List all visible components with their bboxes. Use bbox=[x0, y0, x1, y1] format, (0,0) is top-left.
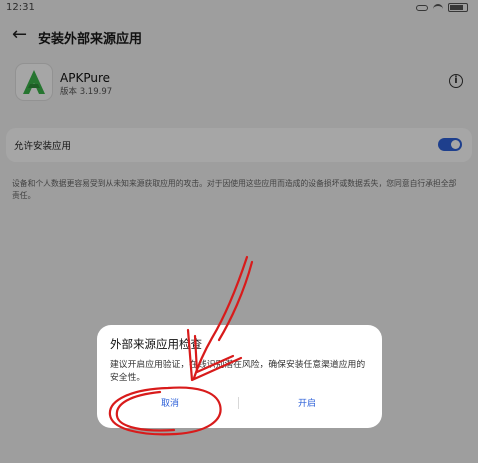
source-check-dialog: 外部来源应用检查 建议开启应用验证，在线识别潜在风险，确保安装任意渠道应用的安全… bbox=[97, 325, 382, 428]
dialog-title: 外部来源应用检查 bbox=[110, 337, 202, 351]
enable-button[interactable]: 开启 bbox=[284, 396, 330, 410]
cancel-button[interactable]: 取消 bbox=[147, 396, 193, 410]
button-divider bbox=[238, 397, 239, 409]
dialog-body: 建议开启应用验证，在线识别潜在风险，确保安装任意渠道应用的安全性。 bbox=[110, 360, 366, 383]
